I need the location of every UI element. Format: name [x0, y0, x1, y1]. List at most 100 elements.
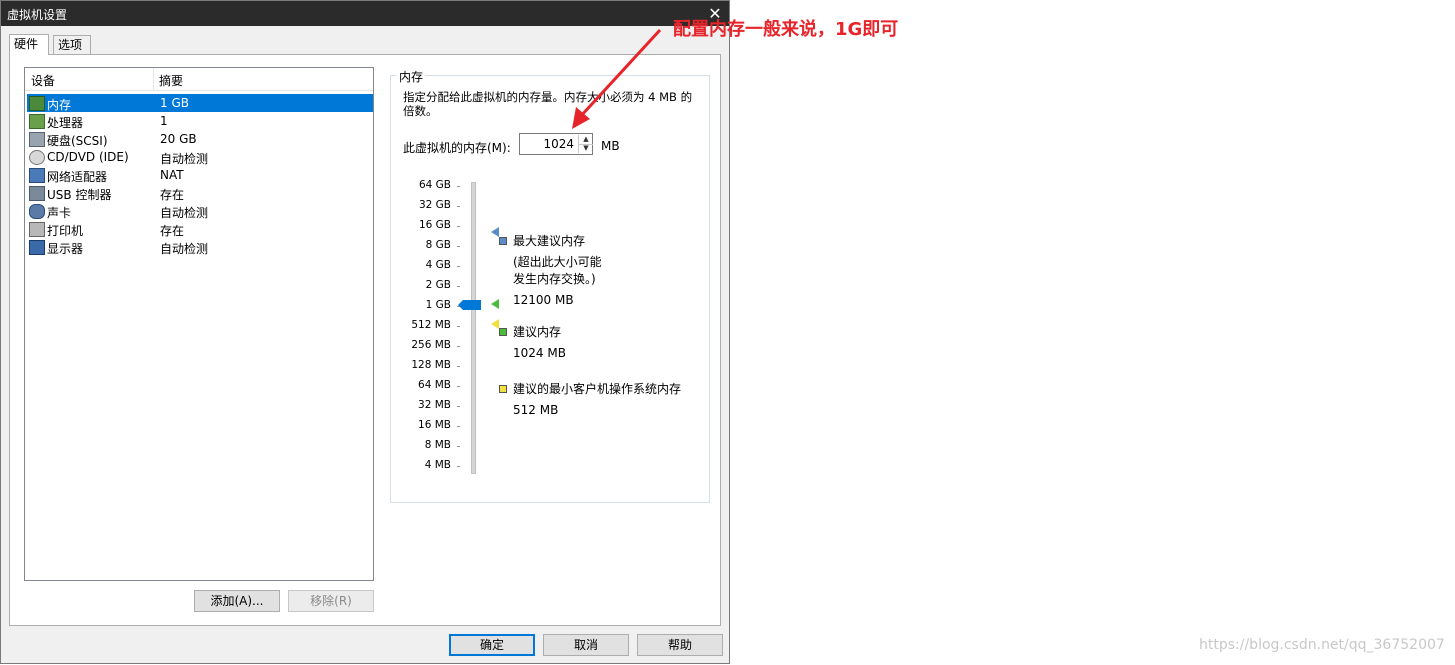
legend-min: 建议的最小客户机操作系统内存 512 MB: [499, 381, 713, 419]
ok-button[interactable]: 确定: [449, 634, 535, 656]
memory-group: 内存 指定分配给此虚拟机的内存量。内存大小必须为 4 MB 的倍数。 此虚拟机的…: [390, 68, 713, 503]
device-list[interactable]: 设备 摘要 内存 1 GB 处理器 1 硬盘(SCSI) 20 GB CD/DVD (IDE…: [24, 67, 374, 581]
scale-label: 512 MB: [411, 319, 451, 331]
cd-dvd-icon: [29, 150, 45, 165]
device-name: USB 控制器: [47, 188, 112, 202]
legend-recommended-value: 1024 MB: [513, 346, 566, 360]
device-name: 网络适配器: [47, 170, 108, 184]
memory-input[interactable]: 1024: [524, 137, 574, 151]
scale-tick: [457, 406, 460, 407]
scale-label: 256 MB: [411, 339, 451, 351]
max-color-swatch: [499, 237, 507, 245]
device-name: 处理器: [47, 116, 84, 130]
device-row-sound-card[interactable]: 声卡 自动检测: [27, 202, 373, 220]
scale-label: 1 GB: [425, 299, 451, 311]
scale-tick: [457, 446, 460, 447]
hard-disk-icon: [29, 132, 45, 147]
add-device-button[interactable]: 添加(A)...: [194, 590, 280, 612]
scale-tick: [457, 286, 460, 287]
annotation-arrow-icon: [572, 28, 662, 129]
scale-label: 4 MB: [424, 459, 451, 471]
scale-tick: [457, 226, 460, 227]
legend-max-value: 12100 MB: [513, 293, 574, 307]
scale-tick: [457, 206, 460, 207]
remove-device-button[interactable]: 移除(R): [288, 590, 374, 612]
scale-label: 8 GB: [425, 239, 451, 251]
device-row-printer[interactable]: 打印机 存在: [27, 220, 373, 238]
scale-tick: [457, 346, 460, 347]
device-name: 显示器: [47, 242, 84, 256]
network-adapter-icon: [29, 168, 45, 183]
device-row-display[interactable]: 显示器 自动检测: [27, 238, 373, 256]
scale-label: 8 MB: [424, 439, 451, 451]
column-device[interactable]: 设备: [31, 72, 55, 89]
processor-icon: [29, 114, 45, 129]
scale-tick: [457, 366, 460, 367]
legend-max-note: (超出此大小可能发生内存交换。): [513, 255, 602, 286]
device-summary: NAT: [160, 168, 184, 182]
scale-tick: [457, 386, 460, 387]
recommended-color-swatch: [499, 328, 507, 336]
legend-recommended-title: 建议内存: [513, 325, 562, 339]
scale-tick: [457, 246, 460, 247]
tab-options[interactable]: 选项: [53, 35, 91, 54]
column-summary[interactable]: 摘要: [159, 72, 183, 89]
device-row-cd-dvd[interactable]: CD/DVD (IDE) 自动检测: [27, 148, 373, 166]
cancel-button[interactable]: 取消: [543, 634, 629, 656]
memory-group-title: 内存: [397, 68, 426, 85]
memory-slider-thumb[interactable]: [458, 300, 481, 310]
max-recommended-marker-icon: [491, 227, 499, 237]
memory-slider-track[interactable]: [471, 182, 476, 474]
recommended-marker-icon: [491, 299, 499, 309]
scale-label: 64 GB: [418, 179, 451, 191]
device-list-header: 设备 摘要: [25, 68, 373, 91]
scale-tick: [457, 266, 460, 267]
printer-icon: [29, 222, 45, 237]
annotation-text: 配置内存一般来说，1G即可: [673, 19, 899, 40]
legend-max: 最大建议内存 (超出此大小可能发生内存交换。) 12100 MB: [499, 233, 713, 309]
device-row-usb[interactable]: USB 控制器 存在: [27, 184, 373, 202]
device-row-network-adapter[interactable]: 网络适配器 NAT: [27, 166, 373, 184]
watermark: https://blog.csdn.net/qq_36752007: [1199, 637, 1445, 653]
memory-stepper[interactable]: 1024 ▲ ▼: [519, 133, 593, 155]
device-summary: 1: [160, 114, 168, 128]
memory-input-label: 此虚拟机的内存(M):: [403, 141, 511, 155]
device-summary: 自动检测: [160, 152, 209, 166]
scale-label: 16 MB: [418, 419, 451, 431]
title-bar[interactable]: 虚拟机设置 ✕: [1, 1, 729, 26]
device-summary: 自动检测: [160, 242, 209, 256]
legend-max-title: 最大建议内存: [513, 234, 586, 248]
window-title: 虚拟机设置: [7, 8, 68, 22]
device-name: 打印机: [47, 224, 84, 238]
column-separator[interactable]: [153, 68, 154, 90]
device-name: 硬盘(SCSI): [47, 134, 108, 148]
device-name: CD/DVD (IDE): [47, 150, 129, 164]
scale-label: 32 MB: [418, 399, 451, 411]
stepper-down-icon[interactable]: ▼: [578, 144, 593, 153]
memory-unit: MB: [601, 139, 620, 153]
device-summary: 1 GB: [160, 96, 189, 110]
min-color-swatch: [499, 385, 507, 393]
device-row-memory[interactable]: 内存 1 GB: [27, 94, 373, 112]
memory-icon: [29, 96, 45, 111]
legend-recommended: 建议内存 1024 MB: [499, 324, 713, 362]
scale-label: 64 MB: [418, 379, 451, 391]
scale-tick: [457, 326, 460, 327]
device-summary: 存在: [160, 188, 185, 202]
device-summary: 自动检测: [160, 206, 209, 220]
sound-card-icon: [29, 204, 45, 219]
scale-label: 32 GB: [418, 199, 451, 211]
scale-label: 4 GB: [425, 259, 451, 271]
scale-tick: [457, 466, 460, 467]
display-icon: [29, 240, 45, 255]
device-name: 内存: [47, 98, 72, 112]
device-summary: 20 GB: [160, 132, 197, 146]
help-button[interactable]: 帮助: [637, 634, 723, 656]
legend-min-value: 512 MB: [513, 403, 559, 417]
hardware-panel: 设备 摘要 内存 1 GB 处理器 1 硬盘(SCSI) 20 GB CD/DVD (IDE…: [9, 54, 721, 626]
scale-label: 16 GB: [418, 219, 451, 231]
device-row-hard-disk[interactable]: 硬盘(SCSI) 20 GB: [27, 130, 373, 148]
device-row-processor[interactable]: 处理器 1: [27, 112, 373, 130]
scale-tick: [457, 186, 460, 187]
tab-hardware[interactable]: 硬件: [9, 34, 49, 55]
